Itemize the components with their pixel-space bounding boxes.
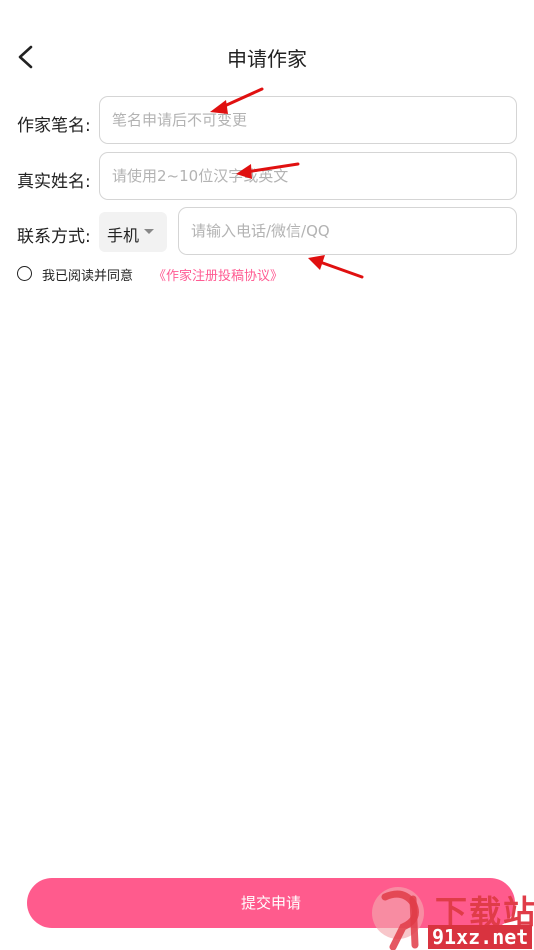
watermark-url: 91xz.net <box>428 925 533 949</box>
watermark: 下载站 91xz.net <box>363 883 534 950</box>
caret-down-icon <box>144 229 154 234</box>
contact-label: 联系方式: <box>17 227 91 247</box>
agreement-text: 我已阅读并同意 <box>42 269 134 284</box>
pen-name-label: 作家笔名: <box>17 116 91 136</box>
site-logo-icon <box>372 887 424 950</box>
page-title: 申请作家 <box>227 47 307 71</box>
real-name-field-box <box>99 152 517 200</box>
pen-name-field-box <box>99 96 517 144</box>
agree-radio[interactable] <box>17 266 32 281</box>
contact-input[interactable] <box>179 208 516 254</box>
real-name-input[interactable] <box>100 153 516 199</box>
contact-field-box <box>178 207 517 255</box>
real-name-label: 真实姓名: <box>17 172 91 192</box>
agreement-link[interactable]: 《作家注册投稿协议》 <box>153 265 283 284</box>
contact-type-select[interactable]: 手机 <box>99 212 167 252</box>
contact-type-value: 手机 <box>107 226 140 245</box>
pen-name-input[interactable] <box>100 97 516 143</box>
